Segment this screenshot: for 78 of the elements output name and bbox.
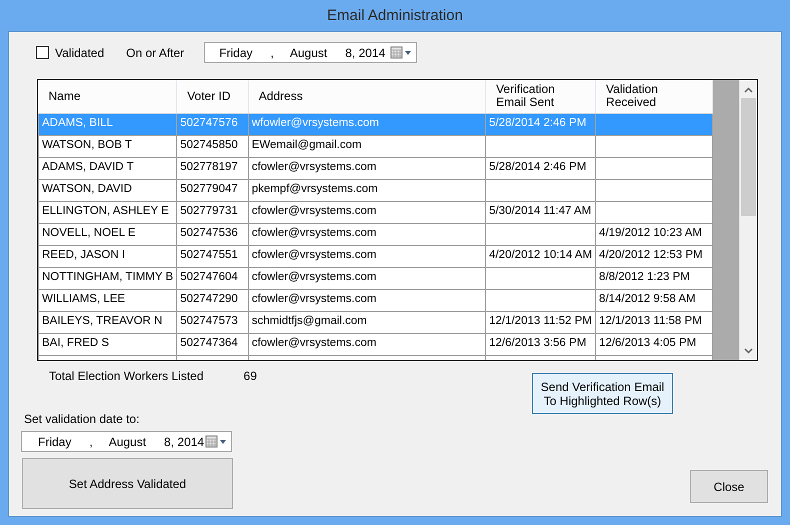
table-cell: cfowler@vrsystems.com bbox=[252, 249, 376, 262]
table-cell: 5/30/2014 11:47 AM bbox=[489, 205, 592, 218]
table-cell: 502747604 bbox=[180, 271, 238, 284]
table-cell: 502747576 bbox=[180, 117, 238, 130]
window-title: Email Administration bbox=[326, 6, 464, 26]
table-cell: cfowler@vrsystems.com bbox=[252, 205, 376, 218]
table-cell: WILLIAMS, LEE bbox=[42, 293, 126, 306]
table-cell: 8/8/2012 1:23 PM bbox=[599, 271, 690, 284]
table-cell: cfowler@vrsystems.com bbox=[252, 293, 376, 306]
checkbox-label: Validated bbox=[55, 44, 104, 62]
table-cell: BAILEYS, TREAVOR N bbox=[42, 315, 162, 328]
scrollbar[interactable] bbox=[738, 80, 757, 360]
calendar-dropdown-icon[interactable] bbox=[205, 435, 227, 448]
table-cell: NOVELL, NOEL E bbox=[42, 227, 136, 240]
table-cell: cfowler@vrsystems.com bbox=[252, 227, 376, 240]
table-cell: WATSON, DAVID bbox=[42, 183, 132, 196]
table-cell: EWemail@gmail.com bbox=[252, 139, 362, 152]
scroll-thumb[interactable] bbox=[740, 98, 756, 216]
table-cell: ELLINGTON, ASHLEY E bbox=[42, 205, 169, 218]
date-picker[interactable]: Friday , August 8, 2014 bbox=[21, 431, 232, 452]
table-cell: 8/14/2012 9:58 AM bbox=[599, 293, 696, 306]
table-row[interactable]: NOVELL, NOEL E 502747536 cfowler@vrsystems.com 4/19/2012 10:23 AM bbox=[38, 223, 712, 245]
table-row[interactable]: BAI, FRED S 502747364 cfowler@vrsystems.com 12/6/2013 3:56 PM 12/6/2013 4:05 PM bbox=[38, 333, 712, 355]
table-cell: 4/19/2012 10:23 AM bbox=[599, 227, 702, 240]
column-header[interactable]: Address bbox=[248, 80, 486, 113]
table-cell: BAI, FRED S bbox=[42, 337, 110, 350]
table-cell: pkempf@vrsystems.com bbox=[252, 183, 378, 196]
table-cell: 12/6/2013 3:56 PM bbox=[489, 337, 586, 350]
scroll-down-icon[interactable] bbox=[744, 348, 753, 354]
table-cell: cfowler@vrsystems.com bbox=[252, 271, 376, 284]
table-cell: 502745850 bbox=[180, 139, 238, 152]
table-cell: cfowler@vrsystems.com bbox=[252, 161, 376, 174]
table-row[interactable]: NOTTINGHAM, TIMMY B 502747604 cfowler@vrsystems.com 8/8/2012 1:23 PM bbox=[38, 267, 712, 289]
table-cell: 12/1/2013 11:52 PM bbox=[489, 315, 592, 328]
table-cell: cfowler@vrsystems.com bbox=[252, 337, 376, 350]
table-cell: 5/28/2014 2:46 PM bbox=[489, 161, 586, 174]
send-verification-button[interactable]: Send Verification Email To Highlighted Row(s) bbox=[532, 373, 673, 414]
table-cell: 4/20/2012 10:14 AM bbox=[489, 249, 592, 262]
table-cell: 5/28/2014 2:46 PM bbox=[489, 117, 586, 130]
table-cell: 502747364 bbox=[180, 337, 238, 350]
column-header[interactable]: Verification Email Sent bbox=[486, 80, 596, 113]
table-row[interactable]: WATSON, BOB T 502745850 EWemail@gmail.com bbox=[38, 135, 712, 157]
table-row[interactable]: BAILEYS, TREAVOR N 502747573 schmidtfjs@gmail.com 12/1/2013 11:52 PM 12/1/2013 11:58 PM bbox=[38, 311, 712, 333]
table-cell: 502747536 bbox=[180, 227, 238, 240]
table-cell: 4/20/2012 12:53 PM bbox=[599, 249, 703, 262]
table-cell: ADAMS, BILL bbox=[42, 117, 113, 130]
validation-date-label: Set validation date to: bbox=[23, 411, 140, 428]
date-picker[interactable]: Friday , August 8, 2014 bbox=[204, 42, 418, 63]
table-cell: WATSON, BOB T bbox=[42, 139, 132, 152]
total-count: 69 bbox=[244, 368, 257, 385]
column-header[interactable]: Name bbox=[38, 80, 177, 113]
set-address-validated-button[interactable]: Set Address Validated bbox=[22, 458, 233, 509]
column-header[interactable]: Validation Received bbox=[596, 80, 712, 113]
table-cell: NOTTINGHAM, TIMMY B bbox=[42, 271, 174, 284]
table-cell: 12/6/2013 4:05 PM bbox=[599, 337, 696, 350]
table-cell: 502747290 bbox=[180, 293, 238, 306]
validated-checkbox[interactable] bbox=[36, 46, 49, 59]
table-cell: wfowler@vrsystems.com bbox=[252, 117, 380, 130]
total-label: Total Election Workers Listed bbox=[49, 368, 204, 385]
scroll-up-icon[interactable] bbox=[744, 87, 753, 93]
table-row[interactable]: ELLINGTON, ASHLEY E 502779731 cfowler@vrsystems.com 5/30/2014 11:47 AM bbox=[38, 201, 712, 223]
table-row[interactable]: REED, JASON I 502747551 cfowler@vrsystems.com 4/20/2012 10:14 AM 4/20/2012 12:53 PM bbox=[38, 245, 712, 267]
close-button[interactable]: Close bbox=[690, 470, 768, 503]
table-cell: 502779731 bbox=[180, 205, 238, 218]
table-row[interactable]: ADAMS, DAVID T 502778197 cfowler@vrsystems.com 5/28/2014 2:46 PM bbox=[38, 157, 712, 179]
table-row[interactable]: WILLIAMS, LEE 502747290 cfowler@vrsystems.com 8/14/2012 9:58 AM bbox=[38, 289, 712, 311]
table-cell: REED, JASON I bbox=[42, 249, 126, 262]
filter-label: On or After bbox=[126, 44, 184, 62]
table-cell: ADAMS, DAVID T bbox=[42, 161, 134, 174]
table-cell: 12/1/2013 11:58 PM bbox=[599, 315, 702, 328]
table-cell: 502747551 bbox=[180, 249, 238, 262]
table-row[interactable]: WATSON, DAVID 502779047 pkempf@vrsystems.com bbox=[38, 179, 712, 201]
table-cell: 502778197 bbox=[180, 161, 238, 174]
calendar-dropdown-icon[interactable] bbox=[390, 46, 412, 59]
table-cell: 502779047 bbox=[180, 183, 238, 196]
table-cell: 502747573 bbox=[180, 315, 238, 328]
table-cell: schmidtfjs@gmail.com bbox=[252, 315, 367, 328]
column-header[interactable]: Voter ID bbox=[176, 80, 248, 113]
